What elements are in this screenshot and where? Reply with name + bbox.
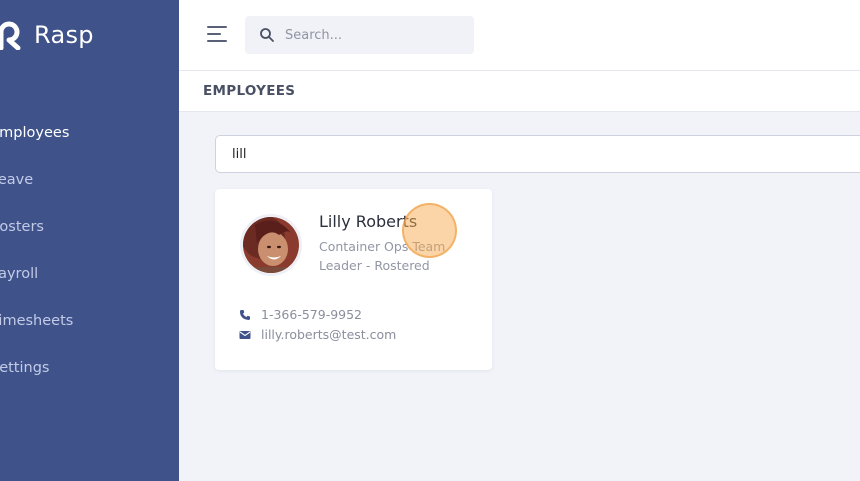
- rasp-logo-icon: [0, 21, 21, 50]
- page-title: EMPLOYEES: [203, 83, 296, 99]
- brand-name: Rasp: [34, 21, 94, 49]
- search-bar[interactable]: [245, 16, 474, 54]
- employee-email[interactable]: lilly.roberts@test.com: [261, 327, 396, 342]
- envelope-icon: [239, 330, 251, 339]
- sidebar-item-timesheets[interactable]: Timesheets: [0, 313, 73, 329]
- hamburger-menu-icon[interactable]: [207, 26, 229, 44]
- sidebar-item-employees[interactable]: Employees: [0, 125, 69, 141]
- email-row: lilly.roberts@test.com: [239, 327, 396, 342]
- employee-filter-input[interactable]: [215, 135, 860, 173]
- sidebar-item-leave[interactable]: Leave: [0, 172, 33, 188]
- sidebar-item-rosters[interactable]: Rosters: [0, 219, 44, 235]
- phone-icon: [240, 309, 250, 320]
- employee-phone[interactable]: 1-366-579-9952: [261, 307, 362, 322]
- sidebar-item-settings[interactable]: Settings: [0, 360, 49, 376]
- search-input[interactable]: [285, 27, 465, 43]
- brand[interactable]: Rasp: [0, 18, 94, 52]
- sidebar: Rasp Employees Leave Rosters Payroll Tim…: [0, 0, 179, 481]
- employee-card[interactable]: Lilly Roberts Container Ops Team Leader …: [215, 189, 492, 370]
- page-header: EMPLOYEES: [179, 71, 860, 112]
- phone-row: 1-366-579-9952: [239, 307, 362, 322]
- employee-role: Container Ops Team Leader - Rostered: [319, 239, 446, 273]
- sidebar-item-payroll[interactable]: Payroll: [0, 266, 38, 282]
- topbar: [179, 0, 860, 71]
- employee-name[interactable]: Lilly Roberts: [319, 212, 417, 231]
- avatar: [240, 214, 302, 276]
- search-icon: [260, 28, 274, 42]
